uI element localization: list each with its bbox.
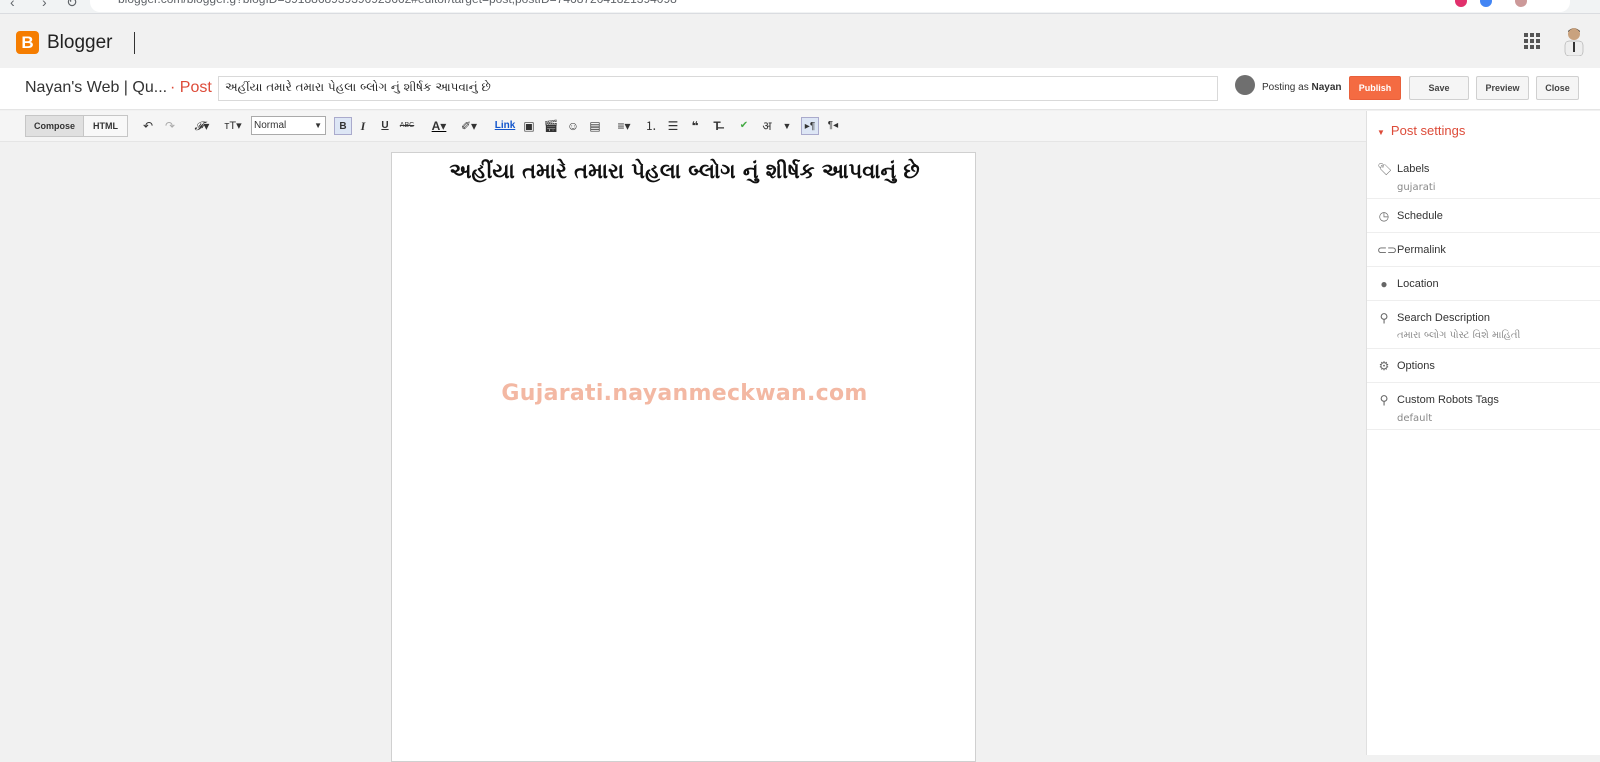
insert-emoji-icon[interactable]: ☺	[565, 117, 581, 135]
redo-icon[interactable]: ↷	[163, 117, 177, 135]
format-select-value: Normal	[254, 120, 287, 131]
input-tools-dropdown-icon[interactable]: ▼	[781, 117, 793, 135]
insert-video-icon[interactable]: 🎬︎	[543, 117, 559, 135]
apps-grid-icon[interactable]	[1524, 33, 1540, 49]
clock-icon: ◷	[1378, 209, 1390, 223]
quote-icon[interactable]: ❝	[687, 117, 703, 135]
close-button[interactable]: Close	[1536, 76, 1579, 100]
sidebar-item-search-description[interactable]: ⚲ Search Description તમારા બ્લોગ પોસ્ટ વ…	[1367, 301, 1600, 349]
post-settings-header[interactable]: ▼ Post settings	[1377, 123, 1465, 138]
tag-icon: 🏷︎	[1377, 162, 1393, 176]
sidebar-item-label: Location	[1397, 278, 1439, 290]
sidebar-item-label: Permalink	[1397, 244, 1446, 256]
sidebar-item-location[interactable]: ● Location	[1367, 267, 1600, 301]
preview-button[interactable]: Preview	[1476, 76, 1529, 100]
labels-value: gujarati	[1397, 182, 1436, 193]
align-icon[interactable]: ≡▾	[613, 117, 635, 135]
underline-icon[interactable]: U	[378, 117, 392, 135]
location-pin-icon: ●	[1380, 277, 1388, 291]
insert-link-button[interactable]: Link	[493, 117, 517, 135]
input-tools-icon[interactable]: अ	[758, 117, 776, 135]
compose-mode-button[interactable]: Compose	[25, 115, 84, 137]
spellcheck-icon[interactable]: ✔	[736, 117, 752, 135]
insert-jump-break-icon[interactable]: ▤	[587, 117, 603, 135]
post-settings-sidebar: ▼ Post settings 🏷︎ Labels gujarati ◷ Sche…	[1366, 111, 1600, 755]
custom-robots-tags-value: default	[1397, 413, 1433, 424]
sidebar-item-label: Search Description	[1397, 312, 1490, 324]
strikethrough-icon[interactable]: ABC	[399, 117, 415, 135]
editor-page[interactable]: અહીંયા તમારે તમારા પેહલા બ્લોગ નું શીર્ષ…	[391, 152, 976, 762]
rtl-direction-icon[interactable]: ¶◂	[825, 117, 841, 135]
search-icon: ⚲	[1379, 393, 1389, 407]
brand-name: Blogger	[47, 32, 113, 53]
back-icon[interactable]: ‹	[10, 0, 15, 10]
header-divider	[134, 32, 135, 54]
italic-icon[interactable]: I	[356, 117, 370, 135]
watermark-text: Gujarati.nayanmeckwan.com	[501, 381, 868, 406]
app-header: B Blogger	[0, 14, 1600, 68]
publish-button[interactable]: Publish	[1349, 76, 1401, 100]
breadcrumb-post: · Post	[170, 79, 212, 96]
html-mode-button[interactable]: HTML	[83, 115, 128, 137]
sidebar-item-permalink[interactable]: ⊂⊃ Permalink	[1367, 233, 1600, 267]
blog-name[interactable]: Nayan's Web | Qu...	[25, 79, 167, 97]
text-color-icon[interactable]: A▾	[428, 117, 450, 135]
post-title-input[interactable]: અહીંયા તમારે તમારા પેહલા બ્લોગ નું શીર્ષ…	[218, 76, 1218, 101]
format-select[interactable]: Normal ▼	[251, 116, 326, 135]
posting-as-prefix: Posting as	[1262, 82, 1309, 93]
post-body-heading[interactable]: અહીંયા તમારે તમારા પેહલા બ્લોગ નું શીર્ષ…	[392, 159, 977, 184]
posting-as-name: Nayan	[1311, 82, 1342, 93]
address-bar[interactable]: blogger.com/blogger.g?blogID=39188689393…	[90, 0, 1570, 12]
numbered-list-icon[interactable]: ⒈	[643, 117, 659, 135]
font-family-icon[interactable]: 𝓕▾	[190, 117, 214, 135]
remove-formatting-icon[interactable]: T̶	[709, 117, 725, 135]
poster-avatar	[1235, 75, 1255, 95]
bold-icon[interactable]: B	[334, 117, 352, 135]
caret-down-icon: ▼	[1377, 128, 1385, 137]
sidebar-item-labels[interactable]: 🏷︎ Labels gujarati	[1367, 152, 1600, 199]
editor-canvas: અહીંયા તમારે તમારા પેહલા બ્લોગ નું શીર્ષ…	[0, 142, 1366, 762]
sidebar-item-custom-robots-tags[interactable]: ⚲ Custom Robots Tags default	[1367, 383, 1600, 430]
bulleted-list-icon[interactable]: ☰	[665, 117, 681, 135]
highlight-color-icon[interactable]: ✐▾	[458, 117, 480, 135]
ltr-direction-icon[interactable]: ▸¶	[801, 117, 819, 135]
forward-icon[interactable]: ›	[42, 0, 47, 10]
reload-icon[interactable]: ↻	[66, 0, 78, 11]
sidebar-item-options[interactable]: ⚙ Options	[1367, 349, 1600, 383]
insert-image-icon[interactable]: ▣	[521, 117, 537, 135]
gear-icon: ⚙	[1378, 359, 1390, 373]
posting-as-label: Posting as Nayan	[1262, 82, 1342, 93]
link-icon: ⊂⊃	[1377, 243, 1398, 257]
post-settings-title: Post settings	[1390, 123, 1466, 138]
sidebar-item-label: Schedule	[1397, 210, 1443, 222]
sidebar-item-label: Labels	[1397, 163, 1430, 175]
blogger-logo-icon[interactable]: B	[16, 31, 39, 54]
user-avatar[interactable]	[1561, 26, 1587, 56]
undo-icon[interactable]: ↶	[141, 117, 155, 135]
search-description-value: તમારા બ્લોગ પોસ્ટ વિશે માહિતી	[1397, 330, 1521, 341]
chevron-down-icon: ▼	[314, 121, 322, 130]
sidebar-item-label: Options	[1397, 360, 1435, 372]
browser-chrome: ‹ › ↻ blogger.com/blogger.g?blogID=39188…	[0, 0, 1600, 14]
sidebar-item-label: Custom Robots Tags	[1397, 394, 1499, 406]
sidebar-item-schedule[interactable]: ◷ Schedule	[1367, 199, 1600, 233]
font-size-icon[interactable]: тT▾	[221, 117, 245, 135]
editor-toolbar: Compose HTML ↶ ↷ 𝓕▾ тT▾ Normal ▼ B I U A…	[0, 111, 1366, 142]
post-title-bar: Nayan's Web | Qu... · Post અહીંયા તમારે …	[0, 68, 1600, 110]
save-button[interactable]: Save	[1409, 76, 1469, 100]
search-icon: ⚲	[1379, 311, 1389, 325]
